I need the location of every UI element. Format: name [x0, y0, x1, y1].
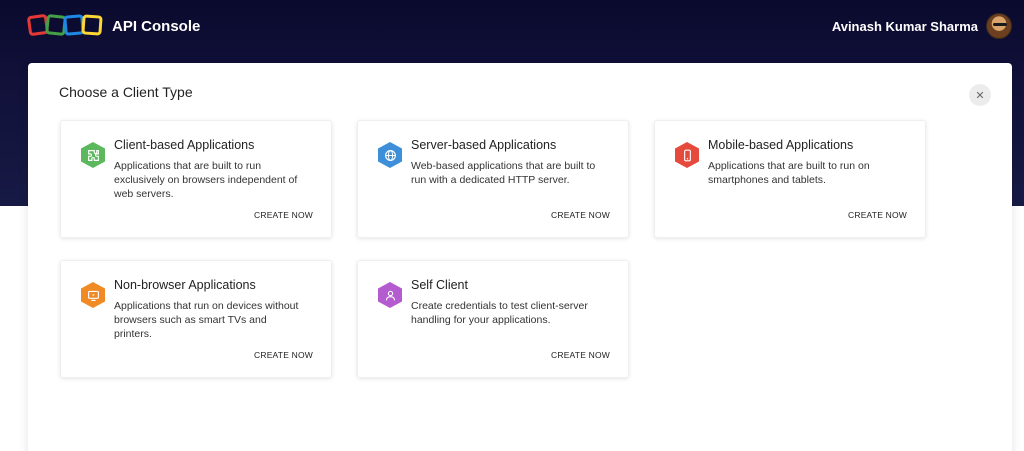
create-now-button[interactable]: CREATE NOW	[254, 210, 313, 220]
create-now-button[interactable]: CREATE NOW	[551, 210, 610, 220]
card-title: Self Client	[411, 278, 468, 292]
card-title: Server-based Applications	[411, 138, 557, 152]
client-type-modal: Choose a Client Type ✕ Client-based Appl…	[28, 63, 1012, 451]
card-server-based[interactable]: Server-based Applications Web-based appl…	[357, 120, 629, 238]
create-now-button[interactable]: CREATE NOW	[848, 210, 907, 220]
close-icon: ✕	[975, 89, 985, 102]
card-non-browser[interactable]: Non-browser Applications Applications th…	[60, 260, 332, 378]
user-name: Avinash Kumar Sharma	[831, 18, 978, 34]
card-description: Applications that are built to run on sm…	[708, 160, 870, 186]
card-title: Mobile-based Applications	[708, 138, 854, 152]
tv-icon	[81, 282, 105, 308]
card-mobile-based[interactable]: Mobile-based Applications Applications t…	[654, 120, 926, 238]
create-now-button[interactable]: CREATE NOW	[254, 350, 313, 360]
user-menu[interactable]: Avinash Kumar Sharma	[832, 13, 1012, 39]
zoho-logo-icon	[26, 13, 104, 39]
brand[interactable]: API Console	[26, 13, 201, 39]
mobile-icon	[675, 142, 699, 168]
puzzle-icon	[81, 142, 105, 168]
card-description: Applications that run on devices without…	[114, 300, 299, 340]
card-title: Client-based Applications	[114, 138, 255, 152]
card-title: Non-browser Applications	[114, 278, 256, 292]
app-title: API Console	[112, 17, 201, 35]
card-description: Applications that are built to run exclu…	[114, 160, 298, 200]
card-client-based[interactable]: Client-based Applications Applications t…	[60, 120, 332, 238]
top-header: API Console Avinash Kumar Sharma	[0, 0, 1024, 52]
card-description: Web-based applications that are built to…	[411, 160, 596, 186]
modal-title: Choose a Client Type	[59, 84, 193, 100]
user-icon	[378, 282, 402, 308]
card-description: Create credentials to test client-server…	[411, 300, 588, 326]
card-self-client[interactable]: Self Client Create credentials to test c…	[357, 260, 629, 378]
create-now-button[interactable]: CREATE NOW	[551, 350, 610, 360]
close-button[interactable]: ✕	[969, 84, 991, 106]
avatar[interactable]	[986, 13, 1012, 39]
globe-icon	[378, 142, 402, 168]
